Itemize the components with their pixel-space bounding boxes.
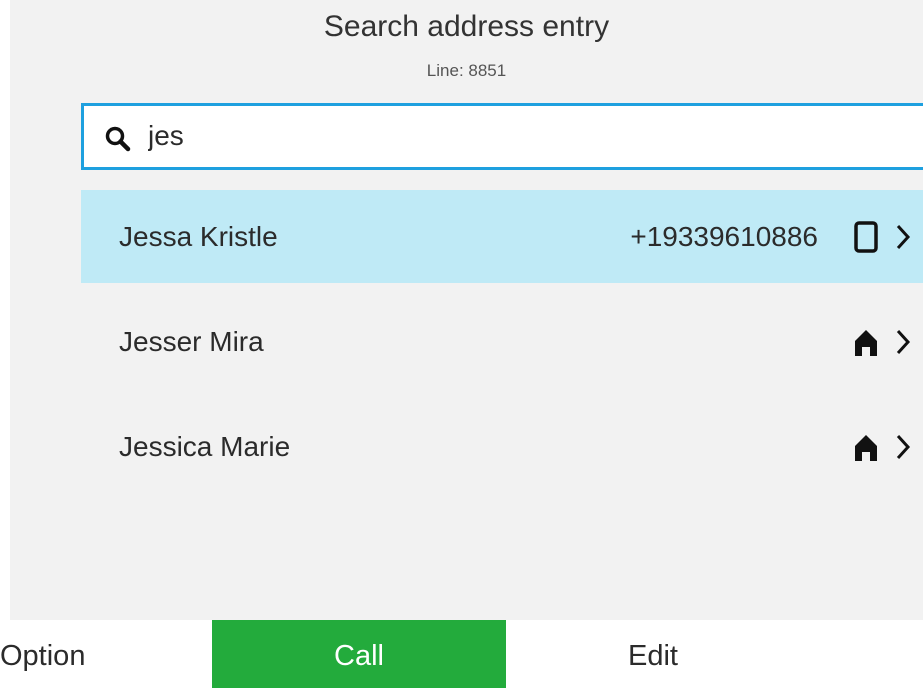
mobile-phone-icon [854, 221, 878, 253]
result-row-jessica-marie[interactable]: Jessica Marie [81, 400, 923, 493]
option-softkey[interactable]: Option [0, 620, 130, 688]
phone-screen: Search address entry Line: 8851 Jessa Kr… [10, 0, 923, 620]
contact-name: Jessa Kristle [119, 221, 278, 252]
softkey-bar: Option Call Edit [0, 620, 923, 688]
page-title: Search address entry [323, 10, 610, 43]
results-list: Jessa Kristle +19339610886 Jesser Mira J… [81, 190, 923, 505]
search-box[interactable] [81, 103, 923, 170]
contact-number: +19339610886 [630, 221, 818, 252]
chevron-right-icon [896, 434, 911, 460]
line-label: Line: 8851 [426, 61, 507, 80]
search-icon [105, 126, 131, 152]
home-icon [855, 435, 877, 461]
result-row-jesser-mira[interactable]: Jesser Mira [81, 295, 923, 388]
edit-softkey[interactable]: Edit [506, 620, 800, 688]
search-input[interactable] [148, 116, 848, 156]
chevron-right-icon [896, 329, 911, 355]
contact-name: Jessica Marie [119, 431, 291, 462]
result-row-jessa-kristle[interactable]: Jessa Kristle +19339610886 [81, 190, 923, 283]
contact-name: Jesser Mira [119, 326, 264, 357]
home-icon [855, 330, 877, 356]
chevron-right-icon [896, 224, 911, 250]
call-softkey[interactable]: Call [212, 620, 506, 688]
